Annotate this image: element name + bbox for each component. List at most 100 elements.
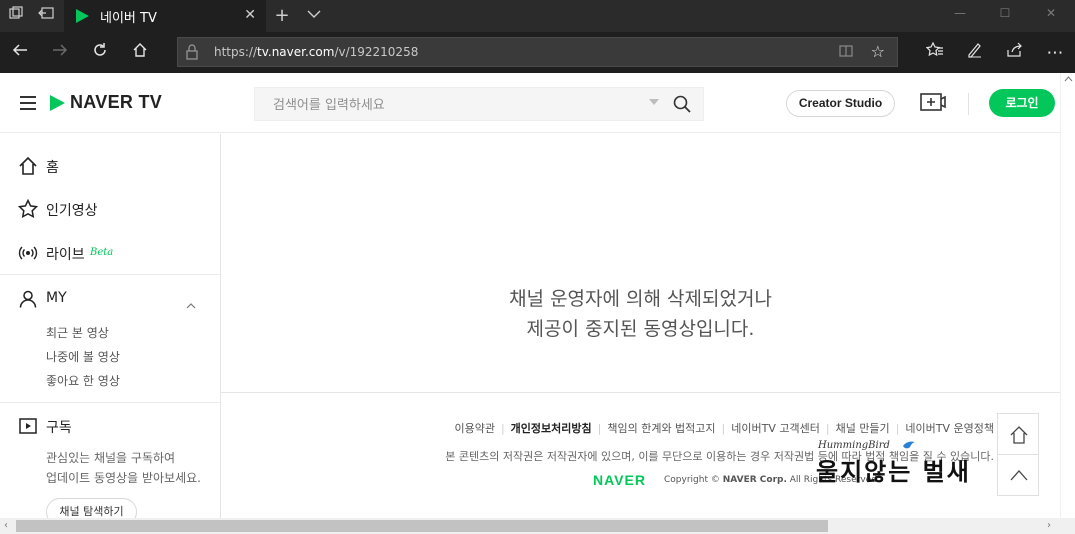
search-box (254, 87, 704, 121)
my-watch-later-link[interactable]: 나중에 볼 영상 (46, 348, 120, 365)
subscribe-desc-line1: 관심있는 채널을 구독하여 (46, 451, 176, 465)
footer-separator: | (825, 422, 830, 435)
watermark-small-text: HummingBird (818, 440, 890, 451)
go-home-button[interactable] (997, 413, 1039, 455)
watermark-main-text: 울지않는 벌새 (816, 457, 971, 486)
sidebar-label-live: 라이브 (46, 247, 85, 263)
sidebar-item-live[interactable]: 라이브 Beta (0, 233, 220, 273)
pen-notes-icon[interactable] (963, 41, 987, 65)
lock-icon (186, 44, 198, 64)
header-divider (968, 93, 969, 115)
sidebar-label-my: MY (46, 290, 67, 306)
favorite-star-icon[interactable]: ☆ (871, 42, 885, 61)
footer-link-policy[interactable]: 네이버TV 운영정책 (905, 422, 994, 435)
watermark: HummingBird 울지않는 벌새 (812, 440, 1002, 490)
sidebar-item-subscribe[interactable]: 구독 (0, 406, 220, 446)
upload-video-icon[interactable] (920, 91, 946, 117)
scroll-to-top-button[interactable] (997, 454, 1039, 496)
subscribe-desc-line2: 업데이트 동영상을 받아보세요. (46, 471, 201, 485)
footer-link-create-channel[interactable]: 채널 만들기 (836, 422, 890, 435)
my-recent-videos-link[interactable]: 최근 본 영상 (46, 324, 109, 341)
home-outline-icon (1010, 426, 1028, 444)
active-tab[interactable]: 네이버 TV ✕ (64, 0, 266, 32)
home-icon[interactable] (128, 41, 152, 65)
footer-separator: | (597, 422, 602, 435)
beta-badge: Beta (90, 247, 114, 258)
browser-address-bar: https://tv.naver.com/v/192210258 ☆ ⋯ (0, 32, 1075, 73)
sidebar-item-popular[interactable]: 인기영상 (0, 189, 220, 229)
new-tab-icon[interactable]: + (272, 6, 292, 26)
footer-link-terms[interactable]: 이용약관 (454, 422, 494, 435)
tab-title: 네이버 TV (100, 11, 157, 26)
horizontal-scroll-thumb[interactable] (16, 520, 828, 532)
url-field[interactable]: https://tv.naver.com/v/192210258 ☆ (177, 37, 898, 67)
chevron-up-icon[interactable] (186, 295, 196, 314)
my-liked-videos-link[interactable]: 좋아요 한 영상 (46, 372, 120, 389)
naver-tv-play-icon (50, 95, 65, 111)
message-line-2: 제공이 중지된 동영상입니다. (526, 318, 755, 340)
forward-arrow-icon[interactable] (48, 41, 72, 65)
sidebar-label-home: 홈 (46, 160, 59, 176)
url-prefix: https:// (214, 45, 258, 59)
footer-link-privacy[interactable]: 개인정보처리방침 (511, 422, 592, 435)
horizontal-scrollbar[interactable]: ‹ › (0, 518, 1075, 534)
chevron-up-icon (1010, 470, 1028, 481)
sidebar: 홈 인기영상 라이브 Beta MY 최근 본 영상 나중에 볼 영상 좋아요 … (0, 134, 221, 518)
sidebar-label-popular: 인기영상 (46, 203, 98, 219)
subscribe-description: 관심있는 채널을 구독하여 업데이트 동영상을 받아보세요. (46, 448, 201, 488)
home-icon (18, 156, 38, 176)
live-broadcast-icon (18, 243, 38, 263)
tab-actions-icon[interactable] (6, 6, 26, 26)
sidebar-item-my[interactable]: MY (0, 279, 220, 319)
maximize-icon[interactable]: ☐ (990, 6, 1020, 20)
site-header: NAVER TV Creator Studio 로그인 (0, 73, 1075, 133)
footer-separator: | (500, 422, 505, 435)
naver-tv-favicon-icon (74, 8, 90, 28)
user-icon (18, 289, 38, 309)
subscription-play-icon (18, 416, 38, 436)
search-input[interactable] (273, 95, 643, 115)
menu-hamburger-icon[interactable] (20, 96, 36, 110)
tab-list-chevron-icon[interactable] (304, 6, 324, 26)
creator-studio-button[interactable]: Creator Studio (786, 90, 895, 117)
sidebar-item-home[interactable]: 홈 (0, 146, 220, 186)
share-icon[interactable] (1003, 41, 1027, 65)
sidebar-divider (0, 274, 220, 275)
scroll-up-arrow-icon[interactable] (1064, 76, 1073, 82)
brand-text: NAVER TV (70, 92, 163, 112)
scroll-right-arrow-icon[interactable]: › (1047, 520, 1051, 531)
more-options-icon[interactable]: ⋯ (1043, 41, 1067, 65)
url-path: /v/192210258 (334, 45, 419, 59)
footer-divider (221, 392, 1060, 393)
scroll-left-arrow-icon[interactable]: ‹ (4, 520, 8, 531)
url-host: tv.naver.com (257, 45, 335, 59)
search-dropdown-icon[interactable] (649, 99, 659, 105)
vertical-scrollbar[interactable] (1060, 73, 1075, 518)
url-text: https://tv.naver.com/v/192210258 (214, 45, 418, 59)
close-tab-icon[interactable]: ✕ (244, 7, 256, 23)
naver-footer-logo[interactable]: NAVER (593, 472, 646, 488)
explore-channels-button[interactable]: 채널 탐색하기 (46, 498, 137, 518)
hummingbird-icon (903, 441, 915, 449)
footer-link-help-center[interactable]: 네이버TV 고객센터 (731, 422, 820, 435)
copyright-corp: NAVER Corp. (722, 475, 787, 485)
message-line-1: 채널 운영자에 의해 삭제되었거나 (509, 288, 772, 310)
search-icon[interactable] (673, 95, 691, 117)
login-button[interactable]: 로그인 (989, 89, 1055, 117)
minimize-icon[interactable]: — (945, 6, 975, 20)
window-close-icon[interactable]: ✕ (1036, 6, 1066, 20)
browser-tab-bar: 네이버 TV ✕ + — ☐ ✕ (0, 0, 1075, 32)
footer-links: 이용약관 | 개인정보처리방침 | 책임의 한계와 법적고지 | 네이버TV 고객센터 | 채널… (454, 420, 994, 436)
reading-view-icon[interactable] (839, 44, 853, 62)
refresh-icon[interactable] (88, 41, 112, 65)
back-arrow-icon[interactable] (8, 41, 32, 65)
footer-link-disclaimer[interactable]: 책임의 한계와 법적고지 (607, 422, 715, 435)
footer-separator: | (721, 422, 726, 435)
sidebar-label-subscribe: 구독 (46, 420, 72, 436)
copyright-prefix: Copyright © (664, 475, 720, 485)
favorites-hub-icon[interactable] (923, 41, 947, 65)
footer-separator: | (895, 422, 900, 435)
sidebar-divider (0, 402, 220, 403)
video-unavailable-message: 채널 운영자에 의해 삭제되었거나 제공이 중지된 동영상입니다. (221, 284, 1060, 344)
set-aside-tabs-icon[interactable] (36, 6, 56, 26)
